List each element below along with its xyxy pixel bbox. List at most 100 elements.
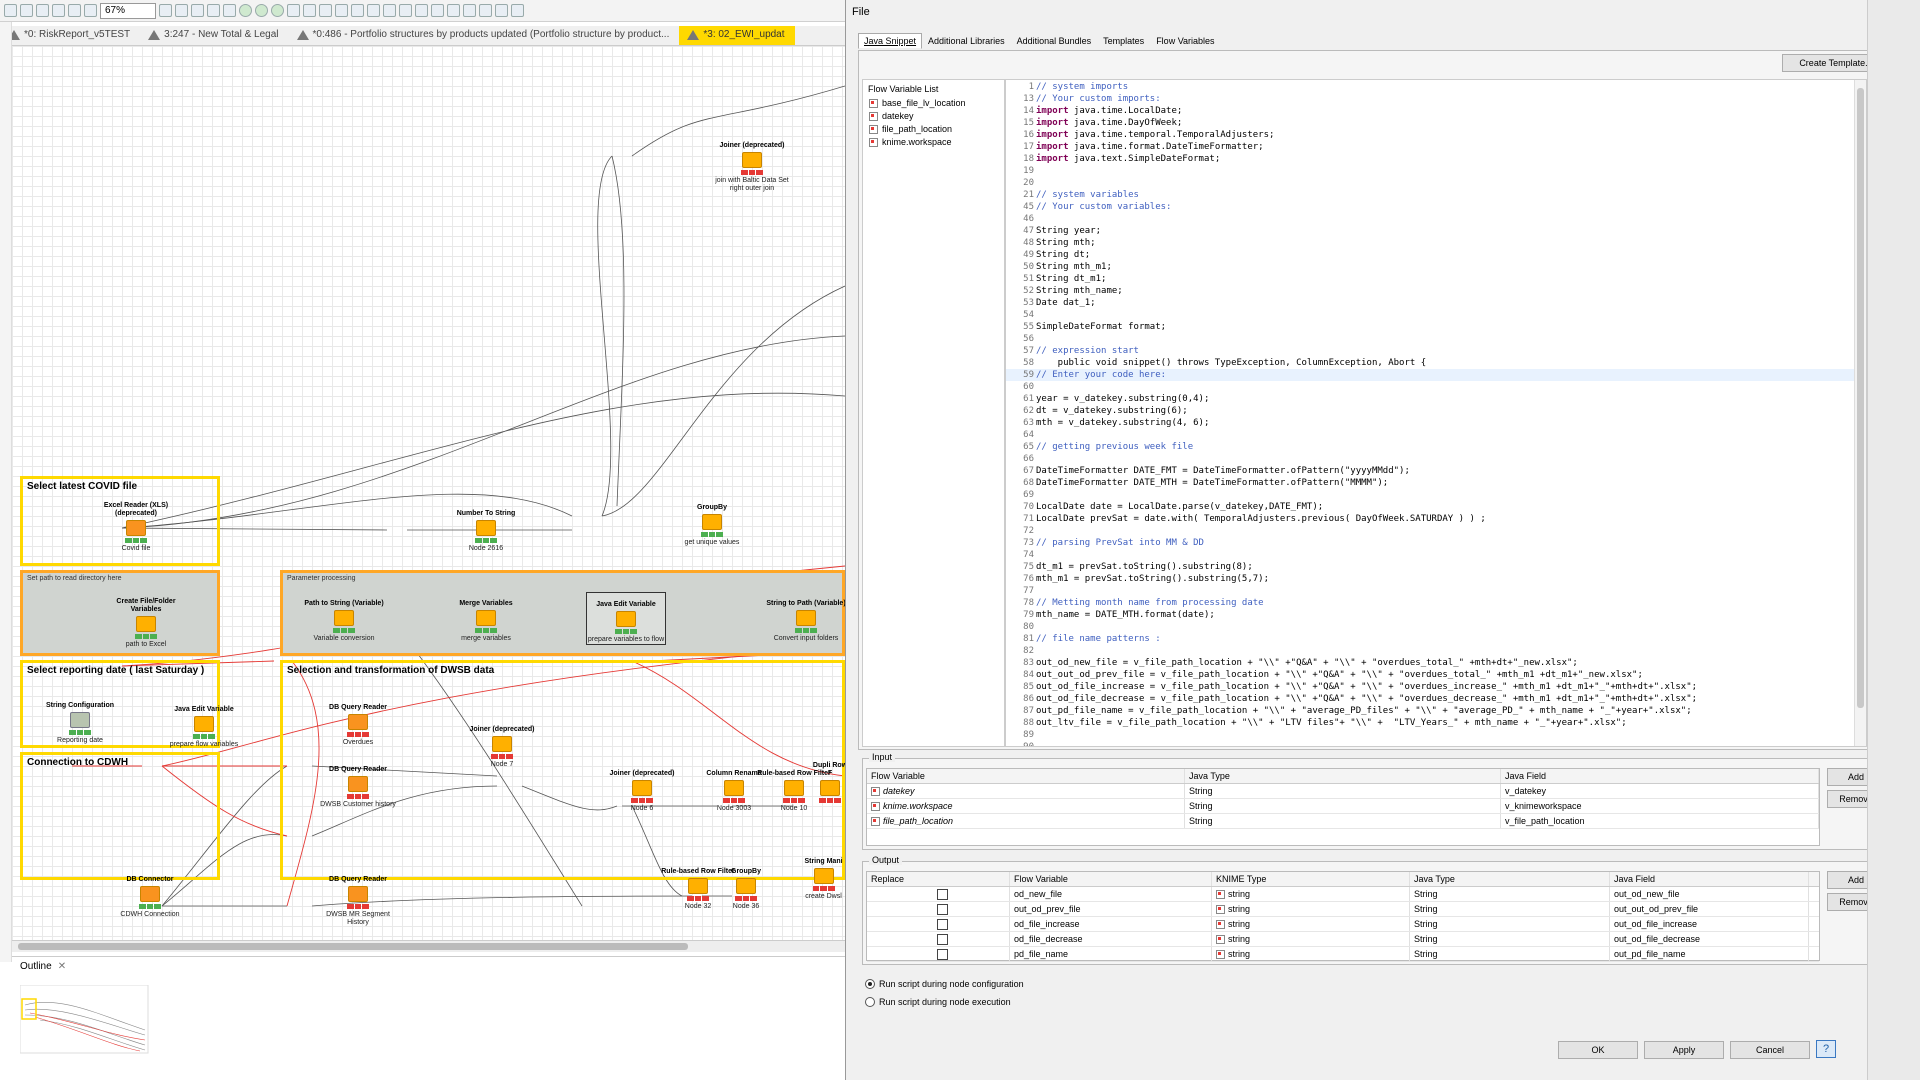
node-db-query-customer-history[interactable]: DB Query Reader DWSB Customer history (318, 758, 398, 809)
replace-checkbox[interactable] (937, 933, 948, 945)
node-db-connector[interactable]: DB Connector CDWH Connection (110, 868, 190, 919)
output-table-row[interactable]: od_file_decrease string String out_od_fi… (867, 932, 1819, 947)
execute-icon[interactable] (239, 4, 252, 17)
node-string-configuration[interactable]: String Configuration Reporting date (40, 694, 120, 745)
node-string-to-path[interactable]: String to Path (Variable) Convert input … (766, 592, 845, 643)
node-db-query-overdues[interactable]: DB Query Reader Overdues (318, 696, 398, 747)
outline-thumbnail[interactable] (20, 985, 150, 1055)
run-during-configuration-radio[interactable]: Run script during node configuration (865, 979, 1024, 989)
stop-icon[interactable] (495, 4, 508, 17)
grid-icon[interactable] (159, 4, 172, 17)
pause-icon[interactable] (463, 4, 476, 17)
debug-icon[interactable] (479, 4, 492, 17)
run-during-execution-radio[interactable]: Run script during node execution (865, 997, 1011, 1007)
close-icon[interactable]: ✕ (58, 961, 66, 972)
loop-icon[interactable] (431, 4, 444, 17)
editor-tab-ewi-update[interactable]: *3: 02_EWI_updat (679, 26, 795, 45)
node-merge-variables[interactable]: Merge Variables merge variables (446, 592, 526, 643)
code-editor[interactable]: 1// system imports 13// Your custom impor… (1005, 79, 1867, 747)
metanode-icon[interactable] (399, 4, 412, 17)
cancel-all-icon[interactable] (303, 4, 316, 17)
node-java-edit-variable-top[interactable]: Java Edit Variable prepare variables to … (586, 592, 666, 645)
cancel-button[interactable]: Cancel (1730, 1041, 1810, 1059)
replace-checkbox[interactable] (937, 888, 948, 900)
code-line: 67 DateTimeFormatter DATE_FMT = DateTimeF… (1006, 465, 1866, 477)
code-text: LocalDate prevSat = date.with( TemporalA… (1036, 514, 1486, 524)
flow-variable-item[interactable]: base_file_lv_location (863, 97, 1004, 110)
save-all-icon[interactable] (52, 4, 65, 17)
input-table-row[interactable]: knime.workspace String v_knimeworkspace (867, 799, 1819, 814)
apply-button[interactable]: Apply (1644, 1041, 1724, 1059)
outline-tab[interactable]: Outline ✕ (12, 957, 845, 976)
tab-templates[interactable]: Templates (1097, 33, 1150, 49)
tab-java-snippet[interactable]: Java Snippet (858, 33, 923, 49)
input-table-row[interactable]: file_path_location String v_file_path_lo… (867, 814, 1819, 829)
editor-tab-riskreport[interactable]: *0: RiskReport_v5TEST (0, 26, 140, 45)
flow-variable-item[interactable]: knime.workspace (863, 136, 1004, 149)
node-create-file-folder[interactable]: Create File/Folder Variables path to Exc… (106, 598, 186, 649)
scroll-thumb[interactable] (18, 943, 688, 950)
zoom-select[interactable]: 67% (100, 2, 156, 19)
scroll-thumb[interactable] (1857, 88, 1864, 708)
code-vertical-scrollbar[interactable] (1854, 80, 1866, 746)
tab-additional-libraries[interactable]: Additional Libraries (922, 33, 1011, 49)
layout-icon[interactable] (207, 4, 220, 17)
node-groupby-bottom[interactable]: GroupBy Node 36 (706, 860, 786, 911)
table-icon[interactable] (383, 4, 396, 17)
node-duplicate-row-filter[interactable]: Dupli Row F (810, 762, 845, 805)
node-icon (796, 610, 816, 626)
tab-flow-variables[interactable]: Flow Variables (1150, 33, 1220, 49)
cancel-icon[interactable] (287, 4, 300, 17)
editor-tab-portfolio-structures[interactable]: *0:486 - Portfolio structures by product… (289, 26, 680, 45)
output-table-row[interactable]: od_new_file string String out_od_new_fil… (867, 887, 1819, 902)
execute-open-view-icon[interactable] (271, 4, 284, 17)
node-joiner-right[interactable]: Joiner (deprecated) Node 6 (602, 762, 682, 813)
node-java-edit-variable-left[interactable]: Java Edit Variable prepare flow variable… (164, 698, 244, 749)
open-view-icon[interactable] (351, 4, 364, 17)
canvas-horizontal-scrollbar[interactable] (12, 940, 845, 952)
help-icon[interactable]: ? (1816, 1040, 1836, 1058)
reset-icon[interactable] (319, 4, 332, 17)
align-icon[interactable] (191, 4, 204, 17)
node-db-query-segment-history[interactable]: DB Query Reader DWSB MR Segment History (318, 868, 398, 927)
component-icon[interactable] (415, 4, 428, 17)
line-number: 68 (1023, 478, 1034, 488)
step-icon[interactable] (447, 4, 460, 17)
code-text: import java.text.SimpleDateFormat; (1036, 154, 1221, 164)
code-text: public void snippet() throws TypeExcepti… (1036, 358, 1427, 368)
flow-variable-item[interactable]: file_path_location (863, 123, 1004, 136)
node-excel-reader[interactable]: Excel Reader (XLS) (deprecated) Covid fi… (96, 502, 176, 553)
configure-icon[interactable] (223, 4, 236, 17)
code-line: 49 String dt; (1006, 249, 1866, 261)
node-string-manipulation[interactable]: String Mani create Dwsl (802, 850, 845, 901)
node-number-to-string[interactable]: Number To String Node 2616 (446, 502, 526, 553)
sync-icon[interactable] (511, 4, 524, 17)
link-icon[interactable] (175, 4, 188, 17)
editor-tab-new-total-legal[interactable]: 3:247 - New Total & Legal (140, 26, 288, 45)
replace-checkbox[interactable] (937, 918, 948, 930)
node-joiner-top[interactable]: Joiner (deprecated) join with Baltic Dat… (712, 134, 792, 193)
node-icon (492, 736, 512, 752)
tab-additional-bundles[interactable]: Additional Bundles (1011, 33, 1098, 49)
undo-icon[interactable] (68, 4, 81, 17)
ok-button[interactable]: OK (1558, 1041, 1638, 1059)
flow-variable-item[interactable]: datekey (863, 110, 1004, 123)
replace-checkbox[interactable] (937, 948, 948, 960)
node-path-to-string[interactable]: Path to String (Variable) Variable conve… (304, 592, 384, 643)
save-as-icon[interactable] (36, 4, 49, 17)
workflow-canvas[interactable]: Select latest COVID file Set path to rea… (12, 46, 845, 940)
editor-tabs: *0: RiskReport_v5TEST 3:247 - New Total … (0, 26, 845, 46)
execute-all-icon[interactable] (255, 4, 268, 17)
output-table-row[interactable]: pd_file_name string String out_pd_file_n… (867, 947, 1819, 962)
search-icon[interactable] (367, 4, 380, 17)
node-joiner-mid[interactable]: Joiner (deprecated) Node 7 (462, 718, 542, 769)
input-table-row[interactable]: datekey String v_datekey (867, 784, 1819, 799)
output-table-row[interactable]: out_od_prev_file string String out_out_o… (867, 902, 1819, 917)
node-groupby-top[interactable]: GroupBy get unique values (672, 496, 752, 547)
edit-name-icon[interactable] (335, 4, 348, 17)
new-icon[interactable] (4, 4, 17, 17)
redo-icon[interactable] (84, 4, 97, 17)
save-icon[interactable] (20, 4, 33, 17)
output-table-row[interactable]: od_file_increase string String out_od_fi… (867, 917, 1819, 932)
replace-checkbox[interactable] (937, 903, 948, 915)
